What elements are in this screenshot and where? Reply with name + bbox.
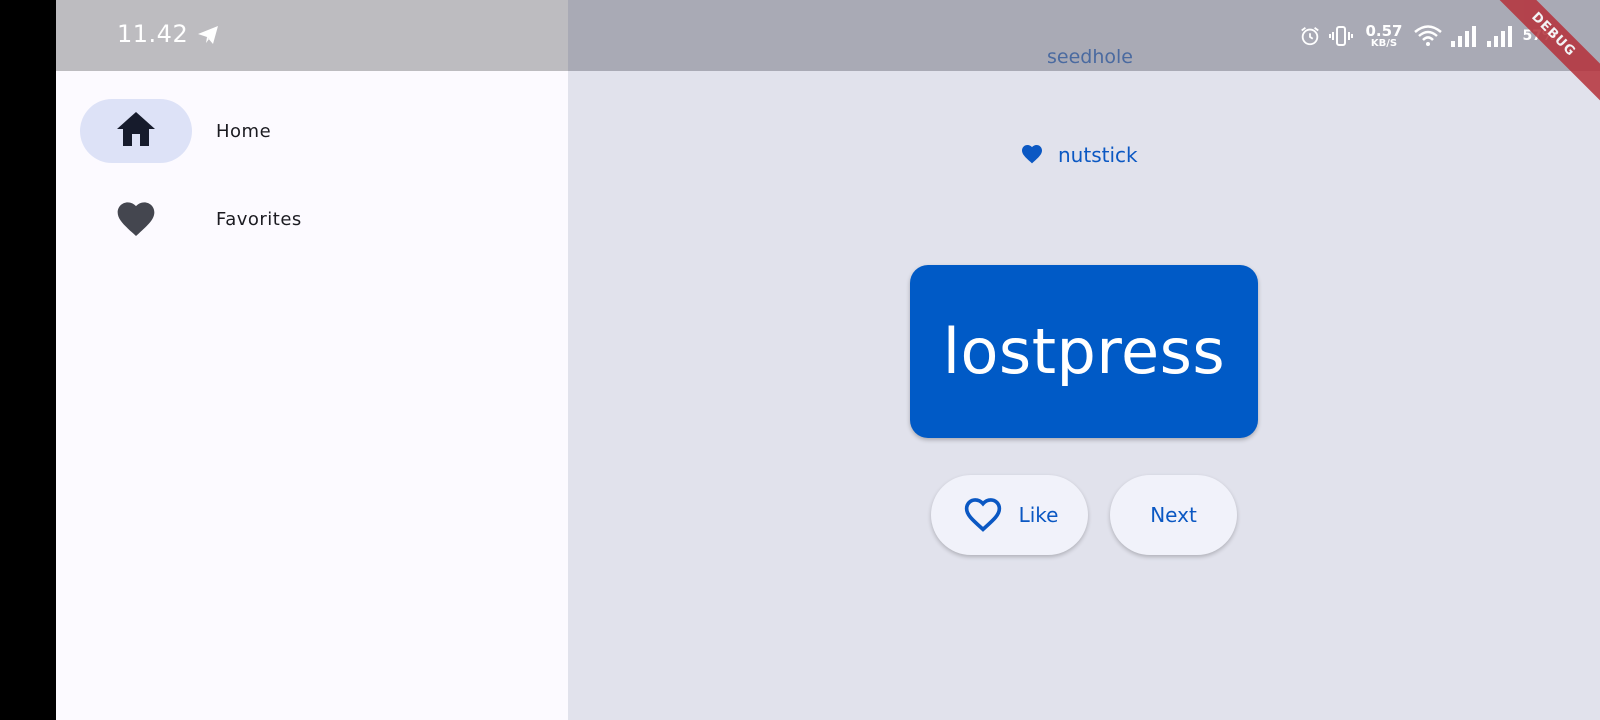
telegram-icon [196, 23, 220, 47]
heart-outline-icon [961, 493, 1005, 538]
alarm-icon [1299, 25, 1321, 47]
like-button[interactable]: Like [931, 475, 1088, 555]
next-button-label: Next [1150, 503, 1197, 527]
next-button[interactable]: Next [1110, 475, 1237, 555]
nav-indicator-home [80, 99, 192, 163]
signal-icon [1450, 25, 1478, 47]
nav-indicator-favorites [80, 187, 192, 251]
favorite-label: nutstick [1058, 143, 1138, 167]
network-speed-value: 0.57 [1365, 21, 1403, 40]
network-speed: 0.57 KB/S [1365, 21, 1403, 49]
word-card: lostpress [910, 265, 1258, 438]
network-speed-unit: KB/S [1370, 37, 1398, 49]
nav-label-home: Home [216, 120, 272, 142]
display-cutout [0, 0, 56, 720]
signal-icon [1486, 25, 1514, 47]
vibrate-icon [1329, 24, 1354, 48]
nav-label-favorites: Favorites [216, 208, 302, 230]
heart-icon [1020, 142, 1044, 168]
nav-item-favorites[interactable]: Favorites [80, 187, 302, 251]
home-icon [115, 110, 157, 152]
app-title: seedhole [1047, 46, 1133, 68]
nav-item-home[interactable]: Home [80, 99, 271, 163]
favorite-item: nutstick [1020, 140, 1138, 170]
current-word: lostpress [942, 315, 1226, 388]
wifi-icon [1414, 25, 1443, 47]
like-button-label: Like [1018, 503, 1059, 527]
heart-icon [114, 196, 158, 242]
status-clock: 11.42 [117, 20, 189, 48]
status-icons: 0.57 KB/S [1299, 20, 1556, 52]
app-screen: Home Favorites 11.42 0.57 KB/S DEBUG see… [0, 0, 1600, 720]
